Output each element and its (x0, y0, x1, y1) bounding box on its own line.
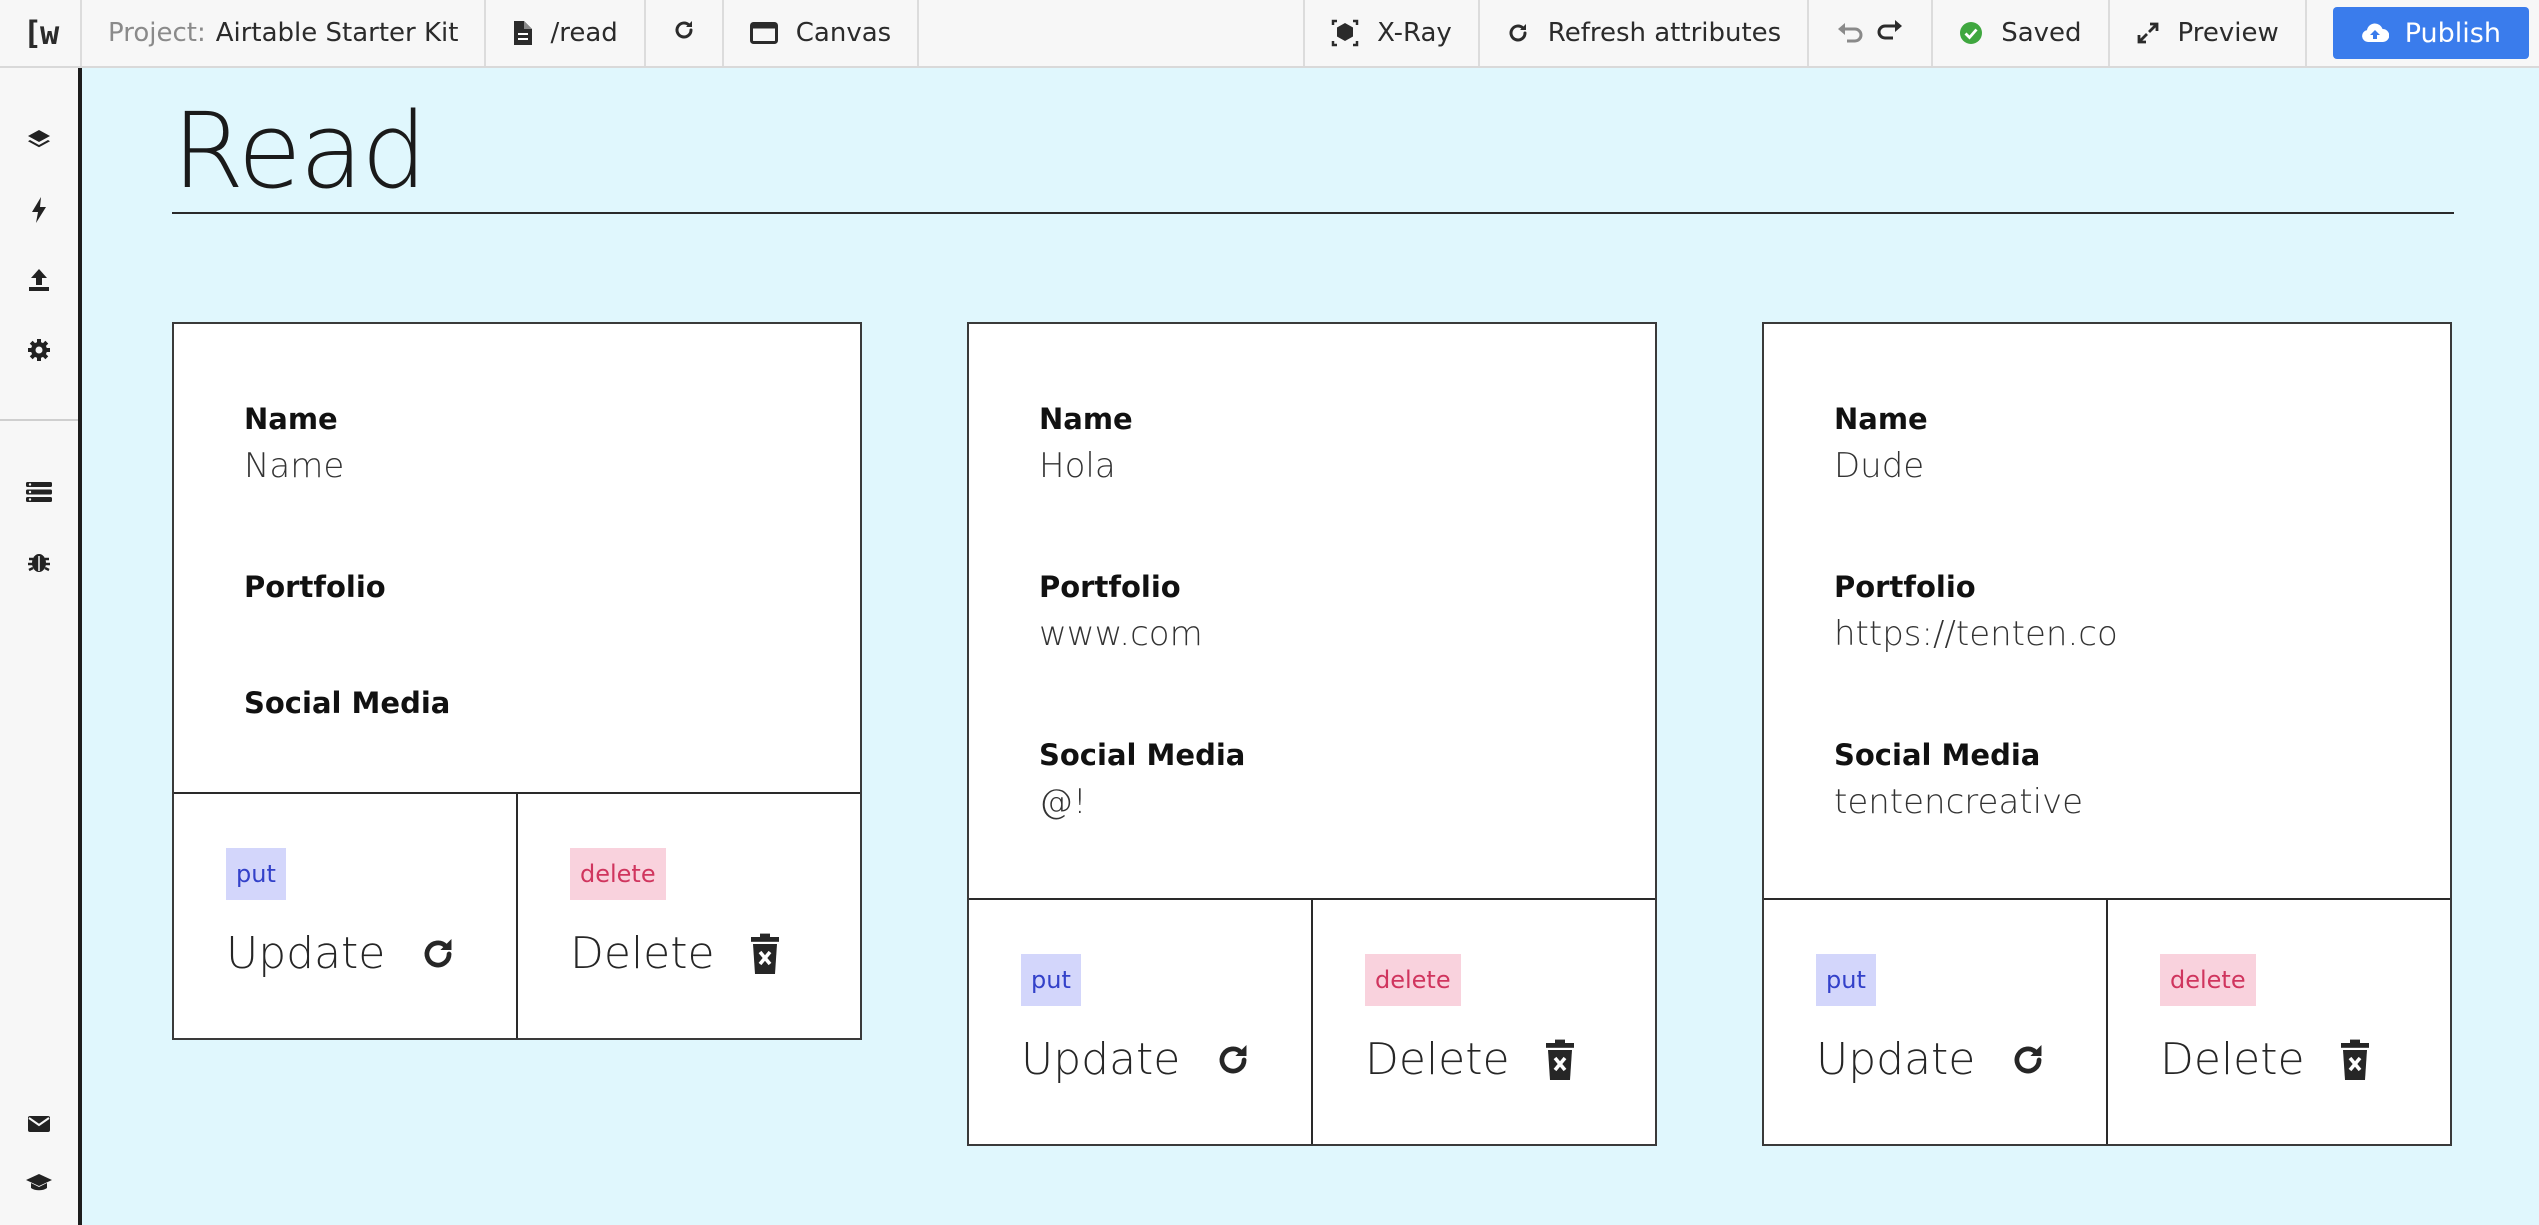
database-list-icon[interactable] (0, 470, 78, 514)
publish-wrap: Publish (2307, 0, 2539, 66)
project-name: Airtable Starter Kit (215, 18, 459, 48)
project-menu[interactable]: Project: Airtable Starter Kit (82, 0, 487, 66)
document-icon (512, 21, 533, 45)
update-label: Update (1021, 1034, 1181, 1085)
update-button[interactable]: Update (1816, 1034, 2047, 1085)
left-sidebar (0, 68, 82, 1225)
record-card[interactable]: Name Name Portfolio Social Media put Upd… (172, 322, 862, 1040)
undo-redo-group (1809, 0, 1934, 66)
social-media-value: @! (1039, 782, 1087, 822)
sidebar-divider (0, 419, 78, 421)
name-value: Hola (1039, 446, 1116, 486)
card-actions: put Update delete Delete (969, 898, 1655, 1144)
top-toolbar: [w Project: Airtable Starter Kit /read C… (0, 0, 2539, 68)
canvas-label: Canvas (795, 18, 892, 48)
put-method-tag: put (1816, 954, 1876, 1006)
update-label: Update (1816, 1034, 1976, 1085)
refresh-attributes-button[interactable]: Refresh attributes (1480, 0, 1810, 66)
trash-icon (1544, 1039, 1576, 1081)
name-label: Name (1039, 402, 1133, 436)
layers-icon[interactable] (0, 118, 78, 162)
delete-action[interactable]: delete Delete (2106, 900, 2450, 1144)
reload-icon (672, 18, 696, 49)
portfolio-value: www.com (1039, 614, 1203, 654)
xray-cube-icon (1331, 19, 1359, 47)
page-title[interactable]: Read (172, 90, 427, 212)
trash-icon (2339, 1039, 2371, 1081)
card-actions: put Update delete Delete (1764, 898, 2450, 1144)
preview-button[interactable]: Preview (2110, 0, 2307, 66)
social-media-label: Social Media (1834, 738, 2041, 772)
saved-status: Saved (1933, 0, 2110, 66)
update-action[interactable]: put Update (174, 794, 516, 1038)
delete-button[interactable]: Delete (2160, 1034, 2371, 1085)
undo-icon[interactable] (1835, 21, 1865, 45)
page-path-button[interactable]: /read (486, 0, 646, 66)
card-actions: put Update delete Delete (174, 792, 860, 1038)
portfolio-value: https://tenten.co (1834, 614, 2118, 654)
update-button[interactable]: Update (226, 928, 457, 979)
update-button[interactable]: Update (1021, 1034, 1252, 1085)
delete-label: Delete (570, 928, 715, 979)
redo-icon[interactable] (1875, 18, 1905, 49)
xray-label: X-Ray (1377, 18, 1452, 48)
lightning-icon[interactable] (0, 188, 78, 232)
delete-label: Delete (2160, 1034, 2305, 1085)
name-label: Name (244, 402, 338, 436)
trash-icon (749, 933, 781, 975)
put-method-tag: put (226, 848, 286, 900)
preview-label: Preview (2177, 18, 2279, 48)
delete-method-tag: delete (1365, 954, 1461, 1006)
envelope-icon[interactable] (0, 1102, 78, 1146)
portfolio-label: Portfolio (1039, 570, 1181, 604)
toolbar-spacer (919, 0, 1306, 66)
gear-icon[interactable] (0, 328, 78, 372)
publish-label: Publish (2404, 17, 2501, 49)
graduation-cap-icon[interactable] (0, 1160, 78, 1204)
bug-icon[interactable] (0, 540, 78, 584)
expand-icon (2136, 21, 2160, 45)
project-key-label: Project: (108, 18, 206, 48)
update-action[interactable]: put Update (1764, 900, 2106, 1144)
xray-button[interactable]: X-Ray (1305, 0, 1480, 66)
portfolio-label: Portfolio (1834, 570, 1976, 604)
delete-button[interactable]: Delete (1365, 1034, 1576, 1085)
name-label: Name (1834, 402, 1928, 436)
social-media-label: Social Media (1039, 738, 1246, 772)
delete-button[interactable]: Delete (570, 928, 781, 979)
refresh-attributes-label: Refresh attributes (1547, 18, 1782, 48)
check-circle-icon (1959, 21, 1983, 45)
put-method-tag: put (1021, 954, 1081, 1006)
delete-label: Delete (1365, 1034, 1510, 1085)
name-value: Name (244, 446, 345, 486)
record-card[interactable]: Name Dude Portfolio https://tenten.co So… (1762, 322, 2452, 1146)
window-icon (749, 21, 778, 45)
saved-label: Saved (2001, 18, 2082, 48)
refresh-icon (419, 935, 457, 973)
title-divider (172, 212, 2454, 214)
delete-action[interactable]: delete Delete (1311, 900, 1655, 1144)
record-card[interactable]: Name Hola Portfolio www.com Social Media… (967, 322, 1657, 1146)
refresh-icon (1506, 21, 1530, 45)
portfolio-label: Portfolio (244, 570, 386, 604)
reload-button[interactable] (646, 0, 724, 66)
update-label: Update (226, 928, 386, 979)
update-action[interactable]: put Update (969, 900, 1311, 1144)
cloud-upload-icon (2361, 22, 2389, 44)
webstudio-logo[interactable]: [w (0, 0, 82, 66)
delete-action[interactable]: delete Delete (516, 794, 860, 1038)
publish-button[interactable]: Publish (2332, 7, 2529, 59)
social-media-value: tentencreative (1834, 782, 2084, 822)
delete-method-tag: delete (2160, 954, 2256, 1006)
page-path: /read (550, 18, 618, 48)
name-value: Dude (1834, 446, 1925, 486)
delete-method-tag: delete (570, 848, 666, 900)
canvas-button[interactable]: Canvas (724, 0, 920, 66)
refresh-icon (1214, 1041, 1252, 1079)
design-canvas: Read Name Name Portfolio Social Media pu… (82, 68, 2539, 1225)
upload-icon[interactable] (0, 258, 78, 302)
refresh-icon (2009, 1041, 2047, 1079)
social-media-label: Social Media (244, 686, 451, 720)
